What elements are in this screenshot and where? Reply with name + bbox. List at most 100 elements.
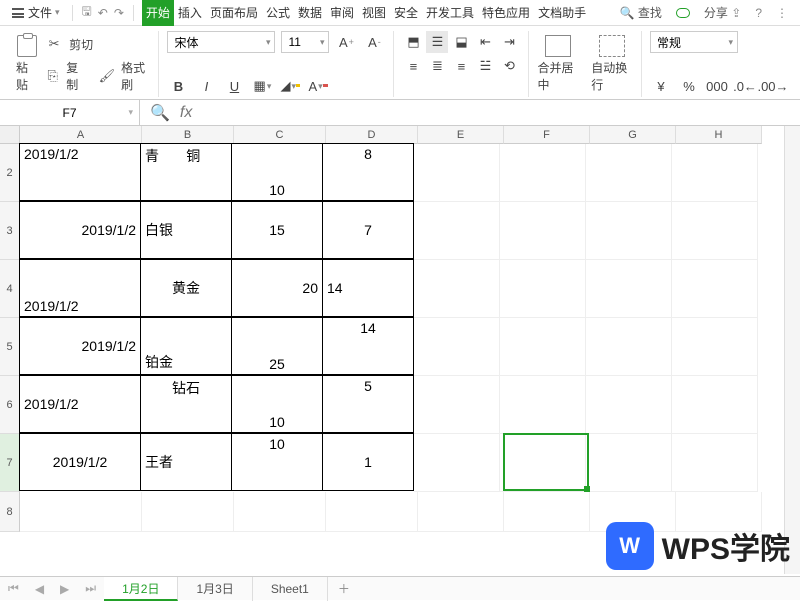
- percent-icon[interactable]: %: [678, 75, 700, 97]
- row-header-8[interactable]: 8: [0, 492, 20, 532]
- col-header-E[interactable]: E: [418, 126, 504, 144]
- fill-color-button[interactable]: ◢▾: [279, 75, 301, 97]
- col-header-F[interactable]: F: [504, 126, 590, 144]
- col-header-G[interactable]: G: [590, 126, 676, 144]
- search-button[interactable]: 🔍 查找: [620, 4, 662, 21]
- cell-D3[interactable]: 7: [322, 201, 414, 259]
- undo-icon[interactable]: ↶: [95, 6, 111, 20]
- align-left-icon[interactable]: ≡: [402, 55, 424, 77]
- cell-E7[interactable]: [414, 434, 500, 492]
- cell-H4[interactable]: [672, 260, 758, 318]
- cell-G7[interactable]: [586, 434, 672, 492]
- cell-G5[interactable]: [586, 318, 672, 376]
- cell-H7[interactable]: [672, 434, 758, 492]
- comma-icon[interactable]: 000: [706, 75, 728, 97]
- tab-special[interactable]: 特色应用: [478, 0, 534, 26]
- tab-view[interactable]: 视图: [358, 0, 390, 26]
- row-header-3[interactable]: 3: [0, 202, 20, 260]
- decrease-decimal-icon[interactable]: .00→: [762, 75, 784, 97]
- col-header-C[interactable]: C: [234, 126, 326, 144]
- tab-insert[interactable]: 插入: [174, 0, 206, 26]
- align-bottom-icon[interactable]: ⬓: [450, 31, 472, 53]
- tab-formula[interactable]: 公式: [262, 0, 294, 26]
- cell-F5[interactable]: [500, 318, 586, 376]
- indent-decrease-icon[interactable]: ⇤: [474, 31, 496, 53]
- tab-data[interactable]: 数据: [294, 0, 326, 26]
- cell-E2[interactable]: [414, 144, 500, 202]
- sheet-tab-0[interactable]: 1月2日: [104, 577, 178, 601]
- cell-C4[interactable]: 20: [231, 259, 323, 317]
- fx-icon[interactable]: fx: [180, 104, 192, 122]
- sheet-tab-2[interactable]: Sheet1: [253, 577, 328, 601]
- cell-A3[interactable]: 2019/1/2: [19, 201, 141, 259]
- cell-F6[interactable]: [500, 376, 586, 434]
- cloud-sync-icon[interactable]: [676, 8, 690, 18]
- border-button[interactable]: ▦▾: [251, 75, 273, 97]
- font-color-button[interactable]: A▾: [307, 75, 329, 97]
- cell-F7[interactable]: [500, 434, 586, 492]
- italic-button[interactable]: I: [195, 75, 217, 97]
- tab-developer[interactable]: 开发工具: [422, 0, 478, 26]
- cell-E4[interactable]: [414, 260, 500, 318]
- number-format-select[interactable]: 常规: [650, 31, 738, 53]
- formula-input[interactable]: [198, 101, 800, 125]
- row-header-4[interactable]: 4: [0, 260, 20, 318]
- paste-button[interactable]: 粘贴: [16, 35, 37, 93]
- tab-nav-prev-icon[interactable]: ◀: [27, 582, 52, 596]
- tab-home[interactable]: 开始: [142, 0, 174, 26]
- cell-H3[interactable]: [672, 202, 758, 260]
- cell-B5[interactable]: 铂金: [140, 317, 232, 375]
- cell-B8[interactable]: [142, 492, 234, 532]
- increase-font-button[interactable]: A+: [335, 31, 357, 53]
- row-header-5[interactable]: 5: [0, 318, 20, 376]
- align-middle-icon[interactable]: ☰: [426, 31, 448, 53]
- col-header-B[interactable]: B: [142, 126, 234, 144]
- cell-D8[interactable]: [326, 492, 418, 532]
- tab-security[interactable]: 安全: [390, 0, 422, 26]
- underline-button[interactable]: U: [223, 75, 245, 97]
- tab-nav-first-icon[interactable]: ⏮: [0, 581, 27, 596]
- orientation-icon[interactable]: ⟲: [498, 55, 520, 77]
- tab-review[interactable]: 审阅: [326, 0, 358, 26]
- cell-B7[interactable]: 王者: [140, 433, 232, 491]
- currency-icon[interactable]: ¥: [650, 75, 672, 97]
- cell-C6[interactable]: 10: [231, 375, 323, 433]
- add-sheet-icon[interactable]: ＋: [328, 580, 360, 597]
- cell-D2[interactable]: 8: [322, 143, 414, 201]
- merge-center-button[interactable]: 合并居中: [537, 35, 579, 93]
- cell-D5[interactable]: 14: [322, 317, 414, 375]
- cells-area[interactable]: 2019/1/2青 铜1082019/1/2白银1572019/1/2黄金201…: [20, 144, 762, 532]
- cell-G6[interactable]: [586, 376, 672, 434]
- format-painter-button[interactable]: 🖌格式刷: [99, 59, 151, 93]
- align-center-icon[interactable]: ≣: [426, 55, 448, 77]
- cell-A2[interactable]: 2019/1/2: [19, 143, 141, 201]
- indent-increase-icon[interactable]: ⇥: [498, 31, 520, 53]
- justify-icon[interactable]: ☱: [474, 55, 496, 77]
- cell-B2[interactable]: 青 铜: [140, 143, 232, 201]
- col-header-D[interactable]: D: [326, 126, 418, 144]
- decrease-font-button[interactable]: A-: [363, 31, 385, 53]
- tab-nav-last-icon[interactable]: ⏭: [77, 581, 104, 596]
- redo-icon[interactable]: ↷: [111, 6, 127, 20]
- select-all-corner[interactable]: [0, 126, 20, 144]
- file-menu[interactable]: 文件 ▾: [6, 4, 66, 21]
- cell-A4[interactable]: 2019/1/2: [19, 259, 141, 317]
- cell-G3[interactable]: [586, 202, 672, 260]
- cell-C2[interactable]: 10: [231, 143, 323, 201]
- row-header-6[interactable]: 6: [0, 376, 20, 434]
- cell-C5[interactable]: 25: [231, 317, 323, 375]
- more-icon[interactable]: ⋮: [776, 6, 788, 20]
- cell-G4[interactable]: [586, 260, 672, 318]
- sheet-tab-1[interactable]: 1月3日: [178, 577, 252, 601]
- cell-A6[interactable]: 2019/1/2: [19, 375, 141, 433]
- cell-F4[interactable]: [500, 260, 586, 318]
- cell-A5[interactable]: 2019/1/2: [19, 317, 141, 375]
- tab-page-layout[interactable]: 页面布局: [206, 0, 262, 26]
- spreadsheet-grid[interactable]: ABCDEFGH 2345678 2019/1/2青 铜1082019/1/2白…: [0, 126, 800, 574]
- cut-button[interactable]: ✂剪切: [45, 35, 150, 53]
- cell-A7[interactable]: 2019/1/2: [19, 433, 141, 491]
- col-header-H[interactable]: H: [676, 126, 762, 144]
- tab-doc-helper[interactable]: 文档助手: [534, 0, 590, 26]
- magnifier-icon[interactable]: 🔍: [150, 103, 170, 123]
- bold-button[interactable]: B: [167, 75, 189, 97]
